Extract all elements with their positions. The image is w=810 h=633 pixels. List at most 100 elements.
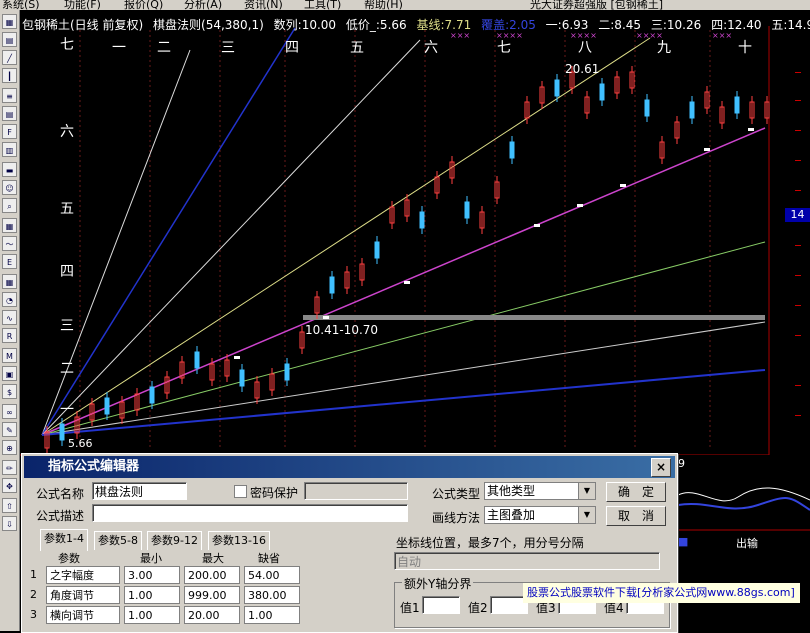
type-select[interactable]: 其他类型 ▼ bbox=[484, 482, 596, 500]
top-label-5: 五 bbox=[350, 40, 364, 56]
macd-icon[interactable]: M bbox=[2, 348, 17, 363]
axis-tick bbox=[795, 305, 801, 306]
level-five: 五:14.93 bbox=[771, 18, 810, 32]
menu-quote[interactable]: 报价(Q) bbox=[124, 0, 163, 10]
candle-body bbox=[644, 99, 650, 117]
arrow-down-icon[interactable]: ⇩ bbox=[2, 516, 17, 531]
chevron-down-icon[interactable]: ▼ bbox=[578, 483, 595, 499]
axis-line-input[interactable]: 自动 bbox=[394, 552, 660, 570]
subchart-value: ■ bbox=[678, 535, 689, 548]
row-index: 1 bbox=[30, 568, 37, 581]
zoom-icon[interactable]: ⊕ bbox=[2, 440, 17, 455]
formula-title: 棋盘法则(54,380,1) bbox=[153, 18, 264, 32]
val1-input[interactable] bbox=[422, 596, 460, 614]
param-min-cell[interactable]: 1.00 bbox=[124, 606, 180, 624]
link-icon[interactable]: ∞ bbox=[2, 404, 17, 419]
close-button[interactable]: × bbox=[651, 458, 671, 477]
pie-icon[interactable]: ◔ bbox=[2, 292, 17, 307]
param-max-cell[interactable]: 200.00 bbox=[184, 566, 240, 584]
extra-value: 覆盖:2.05 bbox=[481, 18, 536, 32]
candle-body bbox=[329, 276, 335, 294]
draw-icon[interactable]: ✎ bbox=[2, 422, 17, 437]
etf-icon[interactable]: E bbox=[2, 254, 17, 269]
param-min-cell[interactable]: 1.00 bbox=[124, 586, 180, 604]
left-label-7: 七 bbox=[60, 37, 74, 53]
line-icon[interactable]: ～ bbox=[2, 236, 17, 251]
wave-icon[interactable]: ∿ bbox=[2, 310, 17, 325]
calc-icon[interactable]: ▦ bbox=[2, 218, 17, 233]
bars-icon[interactable]: ▥ bbox=[2, 142, 17, 157]
param-default-cell[interactable]: 1.00 bbox=[244, 606, 300, 624]
folder-icon[interactable]: ▬ bbox=[2, 162, 17, 177]
arrow-up-icon[interactable]: ⇧ bbox=[2, 498, 17, 513]
grid-icon[interactable]: ▦ bbox=[2, 14, 17, 29]
desc-input[interactable] bbox=[92, 504, 408, 522]
sheet-icon[interactable]: ▦ bbox=[2, 274, 17, 289]
candle-body bbox=[284, 363, 290, 381]
dialog-titlebar[interactable]: 指标公式编辑器 × bbox=[24, 456, 675, 478]
candle-body bbox=[104, 397, 110, 415]
table-icon[interactable]: ▤ bbox=[2, 32, 17, 47]
chevron-down-icon[interactable]: ▼ bbox=[578, 507, 595, 523]
row-index: 2 bbox=[30, 588, 37, 601]
download-banner[interactable]: 股票公式股票软件下载[分析家公式网www.88gs.com] bbox=[523, 583, 800, 603]
ok-button[interactable]: 确 定 bbox=[606, 482, 666, 502]
draw-select[interactable]: 主图叠加 ▼ bbox=[484, 506, 596, 524]
tab-params-9-12[interactable]: 参数9-12 bbox=[147, 531, 202, 550]
password-label: 密码保护 bbox=[250, 486, 299, 500]
level-two: 二:8.45 bbox=[598, 18, 642, 32]
param-max-cell[interactable]: 999.00 bbox=[184, 586, 240, 604]
menu-analysis[interactable]: 分析(A) bbox=[184, 0, 222, 10]
menu-help[interactable]: 帮助(H) bbox=[364, 0, 403, 10]
type-select-value: 其他类型 bbox=[487, 484, 536, 498]
left-label-2: 二 bbox=[60, 361, 74, 377]
candle-body bbox=[689, 101, 695, 119]
candle-body bbox=[419, 211, 425, 229]
row-index: 3 bbox=[30, 608, 37, 621]
box-icon[interactable]: ▣ bbox=[2, 366, 17, 381]
desc-label: 公式描述 bbox=[36, 509, 85, 523]
tab-params-5-8[interactable]: 参数5-8 bbox=[94, 531, 142, 550]
chart-icon[interactable]: ╱ bbox=[2, 50, 17, 65]
password-input[interactable] bbox=[304, 482, 408, 500]
menu-news[interactable]: 资讯(N) bbox=[244, 0, 283, 10]
candle-body bbox=[509, 141, 515, 159]
name-input[interactable]: 棋盘法则 bbox=[92, 482, 187, 500]
param-max-cell[interactable]: 20.00 bbox=[184, 606, 240, 624]
top-label-4: 四 bbox=[285, 40, 299, 56]
draw-label: 画线方法 bbox=[432, 511, 481, 525]
param-default-cell[interactable]: 380.00 bbox=[244, 586, 300, 604]
menu-tools[interactable]: 工具(T) bbox=[304, 0, 341, 10]
doc-icon[interactable]: ▤ bbox=[2, 106, 17, 121]
dollar-icon[interactable]: $ bbox=[2, 384, 17, 399]
param-min-cell[interactable]: 3.00 bbox=[124, 566, 180, 584]
left-label-4: 四 bbox=[60, 264, 74, 280]
f10-icon[interactable]: F bbox=[2, 124, 17, 139]
find-icon[interactable]: ⌕ bbox=[2, 198, 17, 213]
rsi-icon[interactable]: R bbox=[2, 328, 17, 343]
tab-params-13-16[interactable]: 参数13-16 bbox=[208, 531, 270, 550]
base-value: 基线:7.71 bbox=[416, 18, 472, 32]
param-name-cell[interactable]: 角度调节 bbox=[46, 586, 120, 604]
menu-system[interactable]: 系统(S) bbox=[2, 0, 40, 10]
formula-editor-dialog: 指标公式编辑器 × 公式名称 棋盘法则 密码保护 公式描述 公式类型 其他类型 … bbox=[21, 453, 678, 633]
axis-tick bbox=[795, 160, 801, 161]
candle-body bbox=[734, 96, 740, 114]
param-default-cell[interactable]: 54.00 bbox=[244, 566, 300, 584]
param-name-cell[interactable]: 横向调节 bbox=[46, 606, 120, 624]
candle-body bbox=[554, 79, 560, 97]
users-icon[interactable]: ☺ bbox=[2, 180, 17, 195]
promo-text: 光大证券超强版 [包钢稀土] bbox=[530, 0, 664, 10]
move-icon[interactable]: ✥ bbox=[2, 478, 17, 493]
pencil-icon[interactable]: ✏ bbox=[2, 460, 17, 475]
param-name-cell[interactable]: 之字幅度 bbox=[46, 566, 120, 584]
candle-body bbox=[149, 386, 155, 404]
kline-icon[interactable]: ┃ bbox=[2, 68, 17, 83]
password-checkbox[interactable] bbox=[234, 485, 247, 498]
tab-params-1-4[interactable]: 参数1-4 bbox=[40, 529, 88, 551]
cancel-button[interactable]: 取 消 bbox=[606, 506, 666, 526]
axis-tick bbox=[795, 385, 801, 386]
list-icon[interactable]: ≡ bbox=[2, 88, 17, 103]
left-label-5: 五 bbox=[60, 201, 74, 217]
menu-function[interactable]: 功能(F) bbox=[64, 0, 101, 10]
